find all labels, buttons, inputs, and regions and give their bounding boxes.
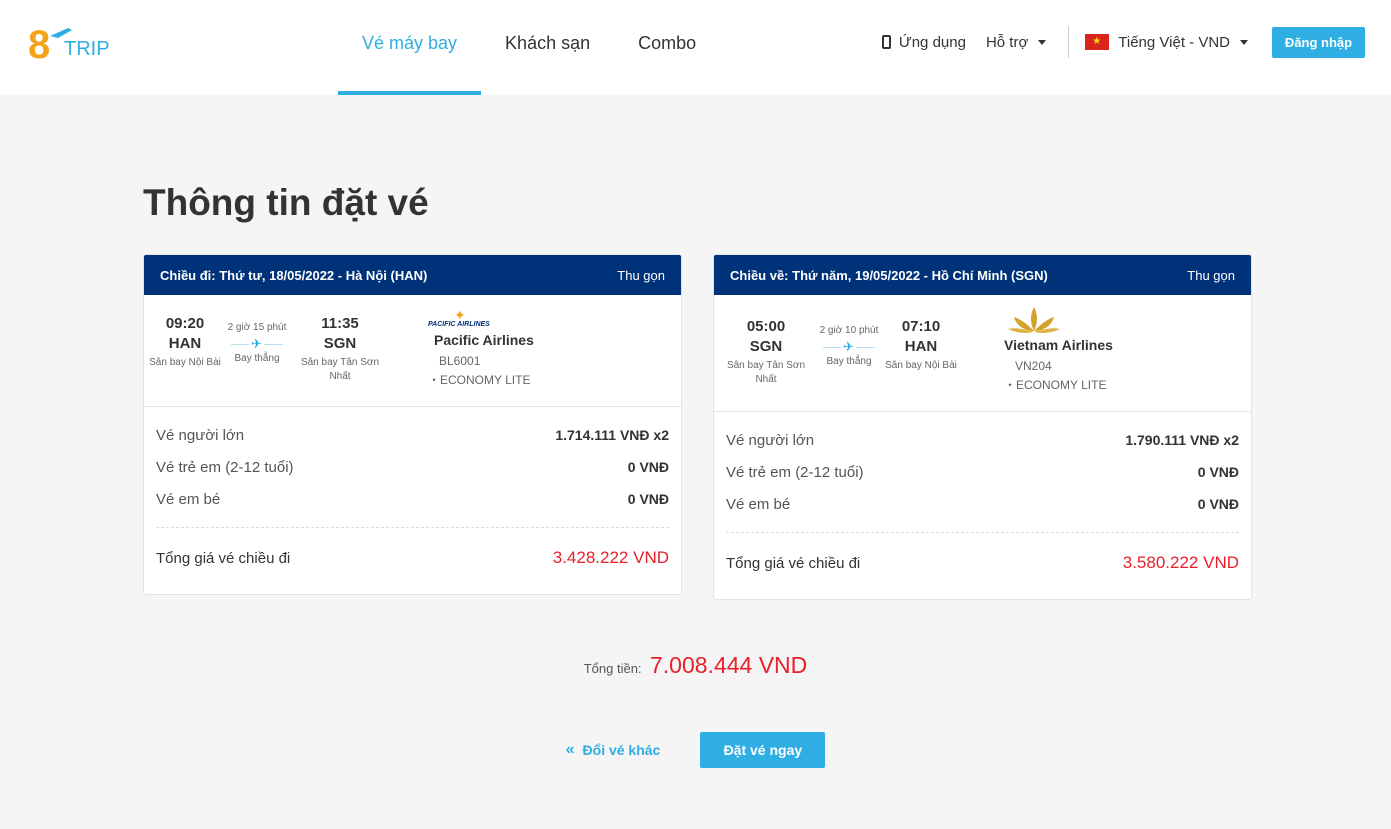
outbound-collapse-button[interactable]: Thu gọn <box>617 268 665 283</box>
flight-number: VN204 <box>1015 359 1052 373</box>
outbound-flight-summary: 09:20 HAN Sân bay Nội Bài 2 giờ 15 phút … <box>144 295 681 407</box>
airline-name: Pacific Airlines <box>434 332 534 348</box>
departure-point: 09:20 HAN Sân bay Nội Bài <box>145 314 225 370</box>
svg-text:8: 8 <box>28 23 50 64</box>
flight-path-line: ✈ <box>227 337 287 351</box>
pacific-airlines-logo: ✦ PACIFIC AIRLINES <box>428 307 490 328</box>
booking-actions: « Đổi vé khác Đặt vé ngay <box>0 732 1391 768</box>
double-chevron-left-icon: « <box>565 741 575 758</box>
inbound-title: Chiều về: Thứ năm, 19/05/2022 - Hồ Chí M… <box>730 267 1048 283</box>
departure-time: 09:20 <box>165 315 205 332</box>
login-button[interactable]: Đăng nhập <box>1272 26 1365 58</box>
inbound-total: Tổng giá vé chiều đi 3.580.222 VND <box>726 533 1239 593</box>
fare-class: ・ECONOMY LITE <box>1004 378 1107 392</box>
inbound-price-breakdown: Vé người lớn 1.790.111 VNĐ x2 Vé trẻ em … <box>714 412 1251 593</box>
nav-hotels[interactable]: Khách sạn <box>481 0 614 95</box>
inbound-flight-card: Chiều về: Thứ năm, 19/05/2022 - Hồ Chí M… <box>713 254 1252 600</box>
8trip-logo[interactable]: 8 TRIP <box>28 22 118 67</box>
price-row-infant: Vé em bé 0 VNĐ <box>156 490 669 508</box>
price-row-child: Vé trẻ em (2-12 tuổi) 0 VNĐ <box>156 458 669 476</box>
app-label: Ứng dụng <box>898 33 966 51</box>
lotus-logo-icon <box>1008 305 1113 337</box>
flight-number: BL6001 <box>439 354 481 368</box>
header-divider <box>1068 26 1070 58</box>
departure-point: 05:00 SGN Sân bay Tân Sơn Nhất <box>726 317 806 387</box>
caret-down-icon <box>1038 39 1047 45</box>
support-dropdown[interactable]: Hỗ trợ <box>985 33 1047 51</box>
outbound-total: Tổng giá vé chiều đi 3.428.222 VND <box>156 528 669 588</box>
arrival-code: HAN <box>904 338 938 355</box>
outbound-price-breakdown: Vé người lớn 1.714.111 VNĐ x2 Vé trẻ em … <box>144 407 681 588</box>
price-row-child: Vé trẻ em (2-12 tuổi) 0 VNĐ <box>726 463 1239 481</box>
grand-total-label: Tổng tiền: <box>583 661 642 676</box>
phone-icon <box>881 35 891 49</box>
arrival-airport: Sân bay Tân Sơn Nhất <box>300 357 380 382</box>
stops-text: Bay thẳng <box>826 356 872 367</box>
outbound-title: Chiều đi: Thứ tư, 18/05/2022 - Hà Nội (H… <box>160 267 428 283</box>
duration-text: 2 giờ 10 phút <box>819 325 879 336</box>
duration-text: 2 giờ 15 phút <box>227 322 287 333</box>
flight-duration: 2 giờ 15 phút ✈ Bay thẳng <box>227 320 287 364</box>
top-header: 8 TRIP Vé máy bay Khách sạn Combo Ứng dụ… <box>0 0 1391 95</box>
airline-info: Vietnam Airlines VN204 ・ECONOMY LITE <box>1004 305 1113 393</box>
outbound-flight-card: Chiều đi: Thứ tư, 18/05/2022 - Hà Nội (H… <box>143 254 682 595</box>
departure-time: 05:00 <box>746 318 786 335</box>
departure-airport: Sân bay Tân Sơn Nhất <box>726 360 806 385</box>
price-row-adult: Vé người lớn 1.714.111 VNĐ x2 <box>156 426 669 444</box>
flight-duration: 2 giờ 10 phút ✈ Bay thẳng <box>819 323 879 367</box>
inbound-flight-summary: 05:00 SGN Sân bay Tân Sơn Nhất 2 giờ 10 … <box>714 295 1251 412</box>
flight-path-line: ✈ <box>819 340 879 354</box>
fare-class: ・ECONOMY LITE <box>428 373 531 387</box>
caret-down-icon <box>1240 39 1248 45</box>
header-actions: Ứng dụng Hỗ trợ Tiếng Việt - VND Đăng nh… <box>881 26 1365 58</box>
arrival-time: 11:35 <box>321 315 359 332</box>
change-ticket-label: Đổi vé khác <box>582 742 661 758</box>
total-label: Tổng giá vé chiều đi <box>156 549 291 567</box>
airline-name: Vietnam Airlines <box>1004 337 1113 353</box>
plane-icon: ✈ <box>249 336 264 351</box>
departure-code: SGN <box>749 338 783 355</box>
arrival-point: 07:10 HAN Sân bay Nội Bài <box>881 317 961 373</box>
price-row-infant: Vé em bé 0 VNĐ <box>726 495 1239 513</box>
arrival-code: SGN <box>323 335 357 352</box>
arrival-airport: Sân bay Nội Bài <box>885 360 957 371</box>
price-row-adult: Vé người lớn 1.790.111 VNĐ x2 <box>726 431 1239 449</box>
arrival-time: 07:10 <box>901 318 941 335</box>
app-link[interactable]: Ứng dụng <box>881 33 966 51</box>
language-label: Tiếng Việt - VND <box>1118 33 1230 51</box>
nav-combo[interactable]: Combo <box>614 0 720 95</box>
vietnam-flag-icon <box>1085 34 1110 50</box>
airline-info: ✦ PACIFIC AIRLINES Pacific Airlines BL60… <box>428 307 534 388</box>
departure-code: HAN <box>168 335 202 352</box>
total-label: Tổng giá vé chiều đi <box>726 554 861 572</box>
inbound-collapse-button[interactable]: Thu gọn <box>1187 268 1235 283</box>
book-now-button[interactable]: Đặt vé ngay <box>700 732 826 768</box>
stops-text: Bay thẳng <box>234 353 280 364</box>
language-dropdown[interactable]: Tiếng Việt - VND <box>1085 34 1248 51</box>
plane-icon: ✈ <box>841 339 856 354</box>
support-label: Hỗ trợ <box>985 33 1029 51</box>
page-title: Thông tin đặt vé <box>143 182 429 223</box>
departure-airport: Sân bay Nội Bài <box>149 357 221 368</box>
inbound-card-header: Chiều về: Thứ năm, 19/05/2022 - Hồ Chí M… <box>714 255 1251 295</box>
main-nav: Vé máy bay Khách sạn Combo <box>338 0 720 95</box>
total-value: 3.428.222 VND <box>552 548 669 567</box>
outbound-card-header: Chiều đi: Thứ tư, 18/05/2022 - Hà Nội (H… <box>144 255 681 295</box>
change-ticket-button[interactable]: « Đổi vé khác <box>566 741 661 759</box>
grand-total: Tổng tiền: 7.008.444 VND <box>0 652 1391 679</box>
nav-flights[interactable]: Vé máy bay <box>338 0 482 95</box>
grand-total-value: 7.008.444 VND <box>650 652 808 678</box>
svg-text:TRIP: TRIP <box>64 38 110 60</box>
total-value: 3.580.222 VND <box>1122 553 1239 572</box>
arrival-point: 11:35 SGN Sân bay Tân Sơn Nhất <box>300 314 380 384</box>
